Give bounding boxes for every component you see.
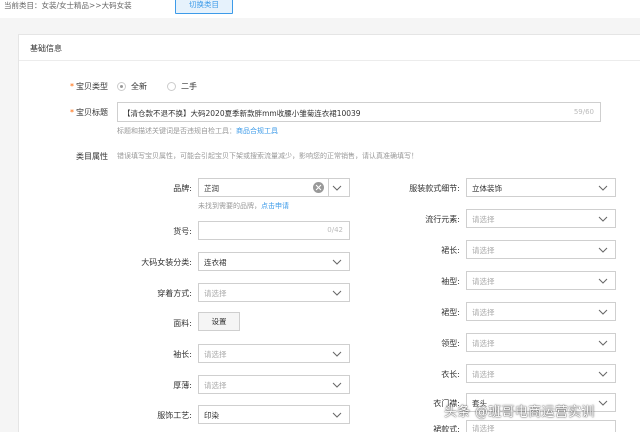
chevron-down-icon	[331, 348, 343, 360]
plus-category-select[interactable]: 连衣裙	[198, 252, 350, 271]
item-title-label: * 宝贝标题	[70, 108, 108, 117]
category-attrs-label: 类目属性	[76, 152, 108, 161]
skirt-length-label: 裙长:	[441, 246, 460, 255]
trend-label: 流行元素:	[425, 215, 460, 224]
category-bar: 当前类目：女装/女士精品>>大码女装 切换类目	[0, 0, 640, 18]
chevron-down-icon	[597, 397, 609, 409]
trend-placeholder: 请选择	[472, 215, 495, 224]
chevron-down-icon	[597, 213, 609, 225]
thickness-select[interactable]: 请选择	[198, 375, 350, 394]
trend-select[interactable]: 请选择	[466, 209, 616, 228]
brand-value: 芷润	[204, 184, 219, 193]
wear-style-label: 穿着方式:	[157, 289, 192, 298]
item-title-input[interactable]: 【清仓款不退不换】大码2020夏季新款胖mm收腰小雏菊连衣裙10039 59/6…	[117, 102, 601, 122]
sleeve-type-placeholder: 请选择	[472, 277, 495, 286]
chevron-down-icon	[331, 287, 343, 299]
radio-new[interactable]	[117, 82, 126, 91]
chevron-down-icon	[331, 409, 343, 421]
length-select[interactable]: 请选择	[466, 364, 616, 383]
brand-hint: 未找到需要的品牌，点击申请	[198, 202, 289, 210]
radio-new-label: 全新	[131, 82, 147, 91]
sleeve-length-select[interactable]: 请选择	[198, 344, 350, 363]
sleeve-type-label: 袖型:	[441, 277, 460, 286]
collar-select[interactable]: 请选择	[466, 333, 616, 352]
sleeve-type-select[interactable]: 请选择	[466, 271, 616, 290]
skirt-type-select[interactable]: 请选择	[466, 302, 616, 321]
length-label: 衣长:	[441, 370, 460, 379]
plus-category-label: 大码女装分类:	[141, 258, 192, 267]
chevron-down-icon	[597, 337, 609, 349]
style-detail-value: 立体装饰	[472, 184, 502, 193]
brand-divider	[328, 179, 329, 196]
sleeve-length-label: 袖长:	[173, 350, 192, 359]
collar-label: 领型:	[441, 339, 460, 348]
chevron-down-icon	[597, 244, 609, 256]
chevron-down-icon	[331, 379, 343, 391]
decoration-select[interactable]: 印染	[198, 405, 350, 424]
wear-style-placeholder: 请选择	[204, 289, 227, 298]
item-no-count: 0/42	[327, 226, 343, 234]
chevron-down-icon	[597, 275, 609, 287]
wear-style-select[interactable]: 请选择	[198, 283, 350, 302]
title-hint: 标题和描述关键词是否违规自检工具：商品合规工具	[117, 127, 278, 135]
section-divider	[19, 60, 640, 61]
decoration-value: 印染	[204, 411, 219, 420]
clear-icon[interactable]	[313, 182, 324, 193]
skirt-length-placeholder: 请选择	[472, 246, 495, 255]
style-detail-select[interactable]: 立体装饰	[466, 178, 616, 197]
brand-select[interactable]: 芷润	[198, 178, 350, 197]
skirt-style-select[interactable]: 请选择	[466, 420, 616, 432]
skirt-type-label: 裙型:	[441, 308, 460, 317]
thickness-placeholder: 请选择	[204, 381, 227, 390]
chevron-down-icon[interactable]	[331, 182, 343, 194]
sleeve-length-placeholder: 请选择	[204, 350, 227, 359]
collar-placeholder: 请选择	[472, 339, 495, 348]
radio-used[interactable]	[167, 82, 176, 91]
length-placeholder: 请选择	[472, 370, 495, 379]
attrs-warning: 错误填写宝贝属性，可能会引起宝贝下架或搜索流量减少，影响您的正常销售，请认真准确…	[117, 152, 418, 160]
watermark: 头条 @班哥电商运营实训	[444, 405, 595, 420]
skirt-length-select[interactable]: 请选择	[466, 240, 616, 259]
item-no-input[interactable]: 0/42	[198, 221, 350, 240]
switch-category-button[interactable]: 切换类目	[175, 0, 233, 14]
chevron-down-icon	[597, 368, 609, 380]
plus-category-value: 连衣裙	[204, 258, 227, 267]
item-title-value: 【清仓款不退不换】大码2020夏季新款胖mm收腰小雏菊连衣裙10039	[123, 109, 361, 118]
style-detail-label: 服装款式细节:	[409, 184, 460, 193]
skirt-style-placeholder: 请选择	[472, 424, 495, 432]
radio-used-label: 二手	[181, 82, 197, 91]
fabric-settings-button[interactable]: 设置	[198, 312, 240, 331]
compliance-tool-link[interactable]: 商品合规工具	[236, 127, 278, 135]
thickness-label: 厚薄:	[173, 381, 192, 390]
item-no-label: 货号:	[173, 227, 192, 236]
chevron-down-icon	[331, 256, 343, 268]
apply-brand-link[interactable]: 点击申请	[261, 202, 289, 210]
chevron-down-icon	[597, 306, 609, 318]
skirt-type-placeholder: 请选择	[472, 308, 495, 317]
current-category: 当前类目：女装/女士精品>>大码女装	[4, 1, 132, 10]
fabric-label: 面料:	[173, 319, 192, 328]
item-title-count: 59/60	[573, 108, 594, 116]
brand-label: 品牌:	[173, 184, 192, 193]
section-title: 基础信息	[30, 44, 62, 53]
item-type-label: * 宝贝类型	[70, 82, 108, 91]
decoration-label: 服饰工艺:	[157, 411, 192, 420]
skirt-style-label: 裙款式:	[433, 425, 460, 432]
chevron-down-icon	[597, 182, 609, 194]
